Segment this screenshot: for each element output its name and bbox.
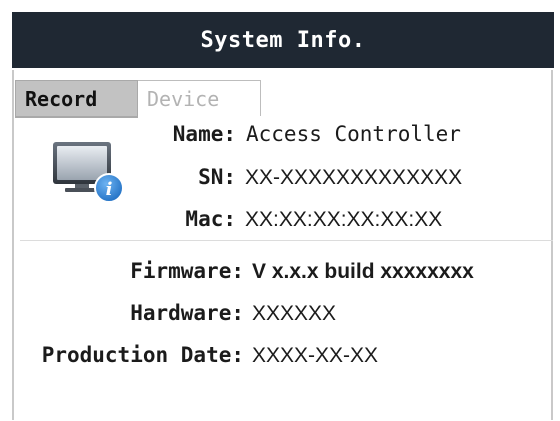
hardware-label: Hardware:	[130, 301, 244, 325]
page-title: System Info.	[200, 27, 366, 53]
sn-row: SN: XX-XXXXXXXXXXXXX	[150, 165, 462, 190]
name-row: Name: Access Controller	[150, 122, 461, 146]
tab-device-label: Device	[147, 86, 220, 111]
mac-label: Mac:	[185, 207, 236, 231]
production-date-value: XXXX-XX-XX	[252, 344, 379, 367]
mac-value: XX:XX:XX:XX:XX:XX	[245, 208, 443, 231]
sn-value: XX-XXXXXXXXXXXXX	[245, 166, 463, 189]
tab-record-label: Record	[25, 86, 98, 111]
hardware-value: XXXXXX	[252, 302, 337, 325]
sn-label: SN:	[198, 165, 236, 189]
production-date-label: Production Date:	[41, 343, 244, 367]
tab-active-indicator	[15, 116, 138, 118]
production-date-row: Production Date: XXXX-XX-XX	[20, 343, 378, 368]
hardware-row: Hardware: XXXXXX	[20, 301, 336, 326]
section-divider	[20, 240, 553, 241]
mac-row: Mac: XX:XX:XX:XX:XX:XX	[150, 207, 442, 232]
firmware-label: Firmware:	[130, 259, 244, 283]
firmware-row: Firmware: V x.x.x build xxxxxxxx	[20, 259, 474, 284]
title-bar: System Info.	[12, 12, 554, 68]
svg-text:i: i	[106, 179, 113, 200]
name-value: Access Controller	[246, 122, 461, 146]
name-label: Name:	[172, 122, 236, 146]
system-info-screen: System Info. Record Device i Name: Acces…	[0, 0, 560, 421]
firmware-value: V x.x.x build xxxxxxxx	[252, 260, 474, 283]
monitor-info-icon: i	[51, 138, 131, 208]
tab-device[interactable]: Device	[138, 80, 261, 116]
tab-record[interactable]: Record	[15, 80, 138, 116]
